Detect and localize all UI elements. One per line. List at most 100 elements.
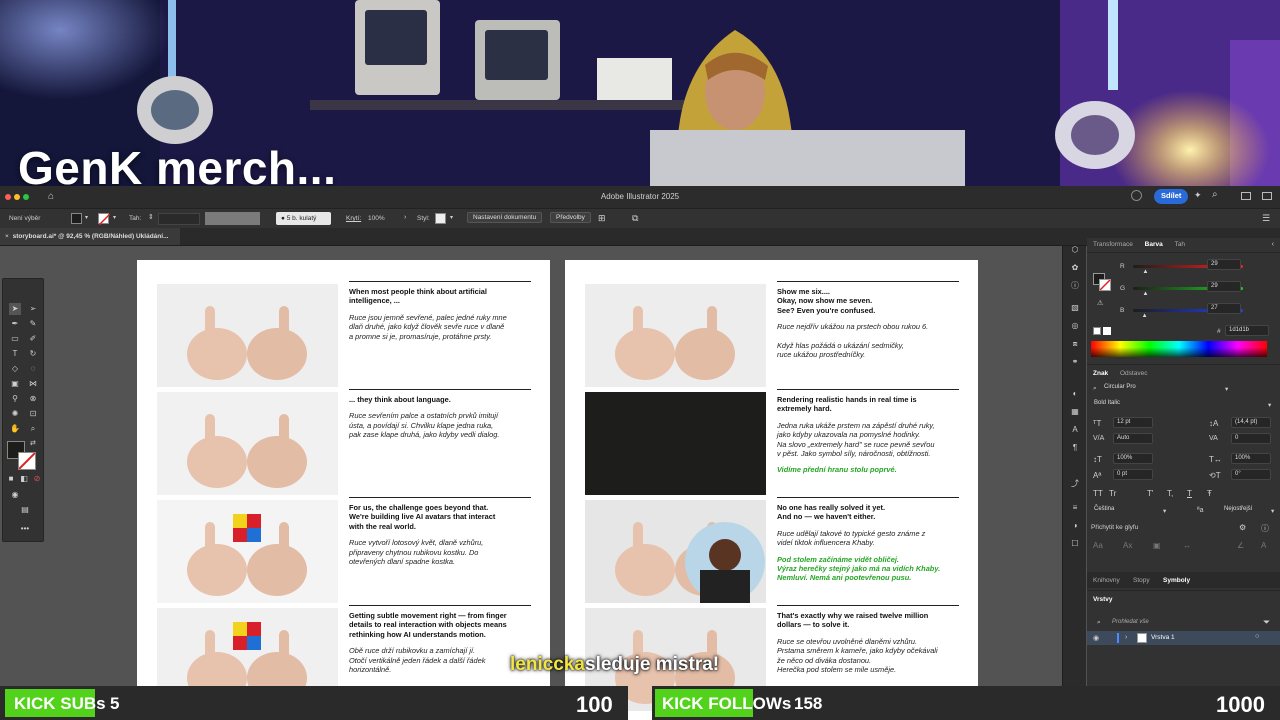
tab-paragraph[interactable]: Odstavec bbox=[1120, 370, 1147, 377]
gradient-tool-icon[interactable]: ▣ bbox=[9, 378, 21, 390]
pen-tool-icon[interactable]: ✒ bbox=[9, 318, 21, 330]
b-thumb[interactable]: ▲ bbox=[1142, 313, 1148, 319]
align-icon[interactable]: ⊞ bbox=[598, 213, 606, 224]
font-size-field[interactable]: 12 pt bbox=[1113, 417, 1153, 428]
type-tool-icon[interactable]: T bbox=[9, 348, 21, 360]
font-style-select[interactable]: Bold Italic bbox=[1091, 399, 1275, 410]
font-search-icon[interactable]: ⌕ bbox=[1093, 385, 1097, 393]
align-panel-icon[interactable]: ⧈ bbox=[1069, 338, 1081, 350]
brush-tool-icon[interactable]: ✐ bbox=[27, 333, 39, 345]
document-setup-button[interactable]: Nastavení dokumentu bbox=[467, 212, 543, 223]
character-rotation-field[interactable]: 0° bbox=[1231, 469, 1271, 480]
transparency-panel-icon[interactable]: ☐ bbox=[1069, 538, 1081, 550]
snap-proximity-icon[interactable]: ↔ bbox=[1183, 541, 1191, 550]
storyboard-text[interactable]: Rendering realistic hands in real time i… bbox=[777, 389, 959, 475]
storyboard-image[interactable] bbox=[157, 500, 338, 603]
width-tool-icon[interactable]: ⋈ bbox=[27, 378, 39, 390]
horizontal-scale-field[interactable]: 100% bbox=[1231, 453, 1271, 464]
brushes-icon[interactable]: ✿ bbox=[1069, 262, 1081, 274]
color-mode-icon[interactable]: ■ bbox=[5, 473, 17, 485]
artboard-tool-icon[interactable]: ⊡ bbox=[27, 408, 39, 420]
storyboard-text[interactable]: When most people think about artificial … bbox=[349, 281, 531, 341]
gradient-panel-icon[interactable]: ◑ bbox=[1069, 520, 1081, 532]
storyboard-image[interactable] bbox=[585, 284, 766, 387]
vertical-scale-field[interactable]: 100% bbox=[1113, 453, 1153, 464]
language-dropdown-icon[interactable]: ▾ bbox=[1163, 507, 1166, 515]
gradient-mode-icon[interactable]: ◧ bbox=[18, 473, 30, 485]
style-dropdown-icon[interactable]: ▾ bbox=[450, 214, 453, 221]
export-icon[interactable]: ⤴ bbox=[1069, 478, 1081, 490]
layers-search-icon[interactable]: ⌕ bbox=[1097, 619, 1101, 627]
search-icon[interactable]: ⌕ bbox=[1212, 189, 1218, 200]
hand-tool-icon[interactable]: ✋ bbox=[9, 423, 21, 435]
storyboard-image[interactable] bbox=[585, 500, 766, 603]
rectangle-tool-icon[interactable]: ▭ bbox=[9, 333, 21, 345]
color-stroke-swatch[interactable] bbox=[1099, 279, 1111, 291]
opacity-arrow-icon[interactable]: › bbox=[404, 214, 406, 221]
tab-brushes[interactable]: Stopy bbox=[1133, 577, 1150, 584]
tab-transform[interactable]: Transformace bbox=[1093, 241, 1133, 248]
stroke-panel-icon[interactable]: ≡ bbox=[1069, 502, 1081, 514]
snap-baseline-icon[interactable]: Aa bbox=[1093, 541, 1103, 550]
snap-angle-icon[interactable]: ∠ bbox=[1237, 541, 1244, 550]
r-thumb[interactable]: ▲ bbox=[1143, 269, 1149, 275]
none-color-icon[interactable] bbox=[1093, 327, 1101, 335]
leading-field[interactable]: (14,4 pt) bbox=[1231, 417, 1271, 428]
all-caps-button[interactable]: TT bbox=[1093, 489, 1103, 498]
graphic-styles-icon[interactable]: ▦ bbox=[1069, 406, 1081, 418]
artboard-right[interactable]: Show me six.... Okay, now show me seven.… bbox=[565, 260, 978, 720]
storyboard-text[interactable]: Getting subtle movement right — from fin… bbox=[349, 605, 531, 674]
storyboard-image[interactable] bbox=[585, 392, 766, 495]
language-select[interactable]: Čeština bbox=[1091, 505, 1171, 516]
stroke-dropdown-icon[interactable]: ▾ bbox=[113, 214, 116, 221]
transparency-icon[interactable]: ◐ bbox=[1069, 388, 1081, 400]
tab-character[interactable]: Znak bbox=[1093, 370, 1108, 377]
tab-symbols[interactable]: Symboly bbox=[1163, 577, 1190, 584]
subscript-button[interactable]: T, bbox=[1167, 489, 1173, 498]
panel-menu-icon[interactable]: ☰ bbox=[1262, 213, 1270, 224]
snap-anchor-icon[interactable]: A bbox=[1261, 541, 1266, 550]
small-caps-button[interactable]: Tr bbox=[1109, 489, 1116, 498]
antialias-select[interactable]: Nejostřejší bbox=[1221, 505, 1271, 516]
close-tab-icon[interactable]: × bbox=[5, 233, 9, 240]
kerning-field[interactable]: Auto bbox=[1113, 433, 1153, 444]
storyboard-text[interactable]: That's exactly why we raised twelve mill… bbox=[777, 605, 959, 674]
storyboard-text[interactable]: No one has really solved it yet. And no … bbox=[777, 497, 959, 583]
layers-search-input[interactable]: Prohledat vše bbox=[1112, 619, 1149, 625]
r-field[interactable]: 29 bbox=[1207, 259, 1241, 270]
type-panel-icon[interactable]: A bbox=[1069, 424, 1081, 436]
stroke-weight-field[interactable] bbox=[158, 213, 200, 225]
layer-target-icon[interactable]: ○ bbox=[1255, 633, 1259, 640]
color-guide-icon[interactable]: ▧ bbox=[1069, 302, 1081, 314]
color-spectrum[interactable] bbox=[1091, 341, 1267, 357]
g-field[interactable]: 29 bbox=[1207, 281, 1241, 292]
fill-swatch[interactable] bbox=[71, 213, 82, 224]
font-family-dropdown-icon[interactable]: ▾ bbox=[1225, 385, 1228, 393]
eyedropper-tool-icon[interactable]: ⚲ bbox=[9, 393, 21, 405]
draw-mode-icon[interactable]: ◉ bbox=[9, 489, 21, 501]
tab-stroke[interactable]: Tah bbox=[1175, 241, 1185, 248]
out-of-gamut-icon[interactable]: ⚠ bbox=[1097, 299, 1103, 307]
properties-icon[interactable]: ⬡ bbox=[1069, 244, 1081, 256]
antialias-dropdown-icon[interactable]: ▾ bbox=[1271, 507, 1274, 515]
layer-row[interactable]: ◉ › Vrstva 1 ○ bbox=[1087, 631, 1280, 645]
tracking-field[interactable]: 0 bbox=[1231, 433, 1271, 444]
glyphs-icon[interactable]: ¶ bbox=[1069, 442, 1081, 454]
eraser-tool-icon[interactable]: ◇ bbox=[9, 363, 21, 375]
more-tools-icon[interactable]: ••• bbox=[19, 523, 31, 535]
white-color-icon[interactable] bbox=[1103, 327, 1111, 335]
stroke-swatch[interactable] bbox=[98, 213, 111, 226]
direct-selection-tool-icon[interactable]: ➢ bbox=[27, 303, 39, 315]
collapse-panel-icon[interactable]: ‹ bbox=[1272, 241, 1274, 248]
tab-libraries[interactable]: Knihovny bbox=[1093, 577, 1120, 584]
tab-color[interactable]: Barva bbox=[1145, 241, 1163, 248]
opacity-field[interactable]: 100% bbox=[368, 215, 385, 222]
preferences-button[interactable]: Předvolby bbox=[550, 212, 591, 223]
superscript-button[interactable]: T' bbox=[1147, 489, 1153, 498]
font-family-select[interactable]: Circular Pro bbox=[1101, 383, 1233, 394]
hex-field[interactable]: 1d1d1b bbox=[1225, 325, 1269, 336]
links-icon[interactable]: ⚭ bbox=[1069, 356, 1081, 368]
zoom-tool-icon[interactable]: ⌕ bbox=[27, 423, 39, 435]
visibility-icon[interactable]: ◉ bbox=[1093, 634, 1099, 642]
style-swatch[interactable] bbox=[435, 213, 446, 224]
